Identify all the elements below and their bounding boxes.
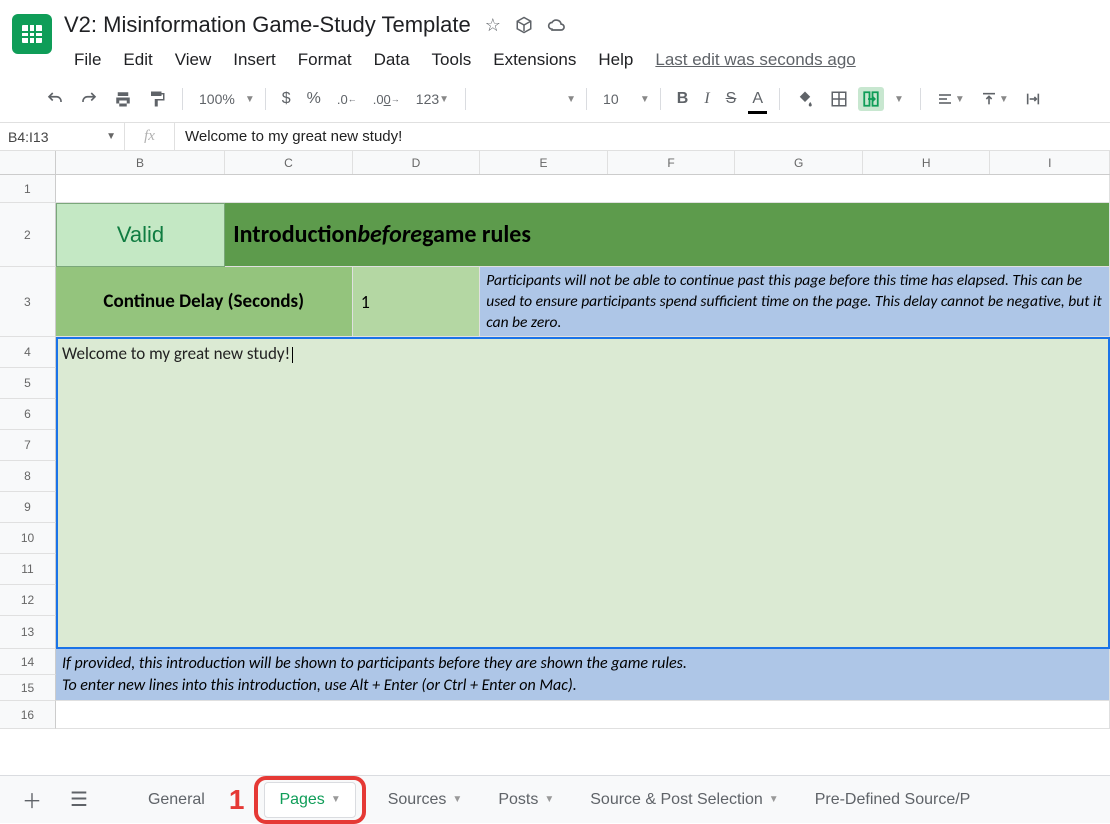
intro-suffix: game rules [422, 220, 531, 249]
sheet-tab-bar: ＋ ☰ General 1 Pages▼ Sources▼ Posts▼ Sou… [0, 775, 1110, 823]
column-headers: B C D E F G H I [0, 151, 1110, 175]
row-header[interactable]: 16 [0, 701, 56, 729]
intro-header-cell[interactable]: Introduction before game rules [225, 203, 1110, 267]
row-header[interactable]: 5 [0, 368, 56, 399]
menu-extensions[interactable]: Extensions [483, 46, 586, 74]
strikethrough-button[interactable]: S [720, 86, 743, 112]
menu-format[interactable]: Format [288, 46, 362, 74]
currency-format[interactable]: $ [276, 86, 297, 112]
zoom-dropdown[interactable]: 100%▼ [193, 87, 255, 111]
name-box[interactable]: B4:I13▼ [0, 123, 125, 150]
row-header[interactable]: 8 [0, 461, 56, 492]
intro-prefix: Introduction [233, 220, 357, 249]
merge-cells-button[interactable] [858, 87, 884, 111]
footer-line2: To enter new lines into this introductio… [62, 675, 1103, 697]
menu-insert[interactable]: Insert [223, 46, 286, 74]
row-header[interactable]: 2 [0, 203, 56, 267]
intro-footer-help[interactable]: If provided, this introduction will be s… [56, 649, 1110, 701]
paint-format-icon[interactable] [142, 86, 172, 112]
vertical-align-button[interactable]: ▼ [975, 87, 1015, 111]
menu-bar: File Edit View Insert Format Data Tools … [64, 42, 1098, 80]
menu-tools[interactable]: Tools [422, 46, 482, 74]
borders-button[interactable] [824, 86, 854, 112]
valid-status-cell[interactable]: Valid [56, 203, 225, 267]
col-header-d[interactable]: D [353, 151, 481, 174]
star-icon[interactable]: ☆ [485, 15, 501, 36]
merge-dropdown[interactable]: ▼ [888, 90, 910, 109]
intro-content-cell[interactable]: Welcome to my great new study! [56, 337, 1110, 649]
col-header-h[interactable]: H [863, 151, 991, 174]
row-header[interactable]: 12 [0, 585, 56, 616]
tab-predefined[interactable]: Pre-Defined Source/P [801, 783, 985, 817]
document-title[interactable]: V2: Misinformation Game-Study Template [64, 12, 471, 38]
horizontal-align-button[interactable]: ▼ [931, 87, 971, 111]
row-header[interactable]: 1 [0, 175, 56, 203]
row-header[interactable]: 3 [0, 267, 56, 337]
number-format-dropdown[interactable]: 123 ▼ [410, 87, 455, 111]
intro-content-text: Welcome to my great new study! [62, 343, 293, 364]
menu-data[interactable]: Data [364, 46, 420, 74]
row-header[interactable]: 11 [0, 554, 56, 585]
col-header-c[interactable]: C [225, 151, 353, 174]
percent-format[interactable]: % [301, 86, 327, 112]
row-header[interactable]: 14 [0, 649, 56, 675]
tab-general[interactable]: General [134, 783, 219, 817]
increase-decimal[interactable]: .00→ [367, 88, 406, 111]
all-sheets-icon[interactable]: ☰ [60, 781, 98, 818]
fx-label: fx [125, 123, 175, 150]
row-header[interactable]: 9 [0, 492, 56, 523]
col-header-i[interactable]: I [990, 151, 1110, 174]
decrease-decimal[interactable]: .0← [331, 88, 363, 111]
font-dropdown[interactable]: ▼ [476, 94, 576, 105]
print-icon[interactable] [108, 86, 138, 112]
last-edit-link[interactable]: Last edit was seconds ago [655, 50, 855, 70]
row-header[interactable]: 4 [0, 337, 56, 368]
tab-dropdown-icon[interactable]: ▼ [331, 794, 341, 805]
annotation-highlight: Pages▼ [254, 776, 365, 824]
text-color-button[interactable]: A [746, 86, 769, 112]
select-all-corner[interactable] [0, 151, 56, 174]
col-header-b[interactable]: B [56, 151, 225, 174]
redo-icon[interactable] [74, 86, 104, 112]
move-icon[interactable] [515, 16, 533, 34]
menu-file[interactable]: File [64, 46, 111, 74]
toolbar: 100%▼ $ % .0← .00→ 123 ▼ ▼ 10 ▼ B I S A … [0, 80, 1110, 123]
bold-button[interactable]: B [671, 86, 695, 112]
col-header-g[interactable]: G [735, 151, 863, 174]
row-header[interactable]: 15 [0, 675, 56, 701]
add-sheet-icon[interactable]: ＋ [12, 779, 52, 820]
continue-delay-label[interactable]: Continue Delay (Seconds) [56, 267, 353, 337]
tab-posts[interactable]: Posts▼ [484, 783, 568, 817]
undo-icon[interactable] [40, 86, 70, 112]
cloud-status-icon[interactable] [547, 17, 567, 33]
row-header[interactable]: 6 [0, 399, 56, 430]
continue-delay-help[interactable]: Participants will not be able to continu… [480, 267, 1110, 337]
footer-line1: If provided, this introduction will be s… [62, 653, 1103, 675]
sheets-logo[interactable] [12, 14, 52, 54]
col-header-f[interactable]: F [608, 151, 736, 174]
font-size-dropdown[interactable]: 10 ▼ [597, 87, 650, 111]
menu-help[interactable]: Help [588, 46, 643, 74]
menu-edit[interactable]: Edit [113, 46, 162, 74]
italic-button[interactable]: I [698, 86, 715, 112]
continue-delay-value[interactable]: 1 [353, 267, 481, 337]
intro-before-word: before [357, 220, 422, 249]
formula-bar[interactable]: Welcome to my great new study! [175, 128, 1110, 145]
annotation-number: 1 [229, 784, 245, 816]
row-header[interactable]: 10 [0, 523, 56, 554]
row-header[interactable]: 13 [0, 616, 56, 649]
tab-pages[interactable]: Pages▼ [264, 782, 355, 818]
col-header-e[interactable]: E [480, 151, 608, 174]
tab-sources[interactable]: Sources▼ [374, 783, 477, 817]
text-wrap-button[interactable] [1019, 87, 1047, 111]
fill-color-button[interactable] [790, 86, 820, 112]
menu-view[interactable]: View [165, 46, 222, 74]
tab-selection[interactable]: Source & Post Selection▼ [576, 783, 792, 817]
row-header[interactable]: 7 [0, 430, 56, 461]
